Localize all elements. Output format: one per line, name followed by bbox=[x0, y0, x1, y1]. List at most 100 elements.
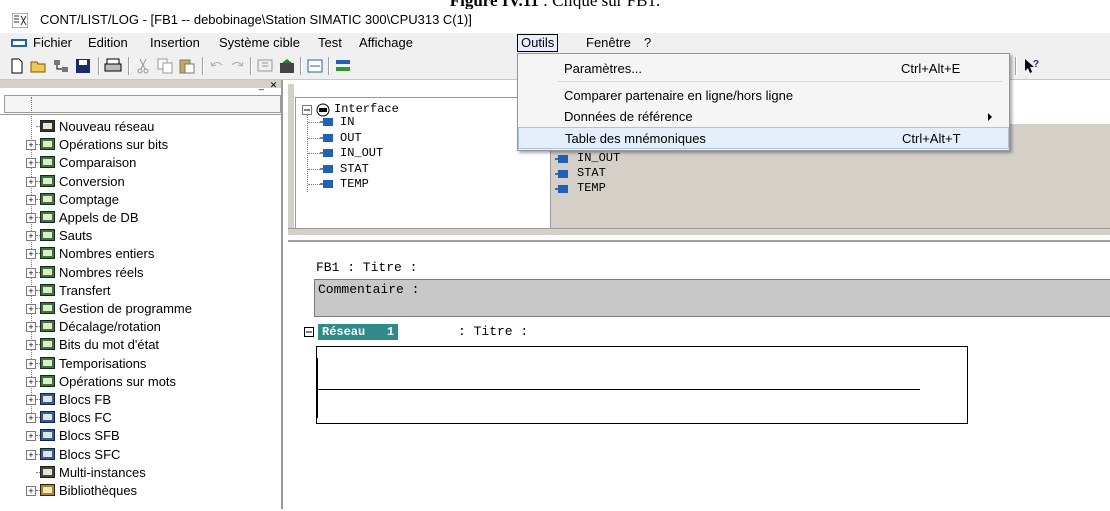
pane-minimize-icon[interactable]: _ bbox=[256, 80, 267, 90]
interface-detail-label: STAT bbox=[577, 166, 606, 180]
expand-icon[interactable]: + bbox=[26, 395, 36, 405]
parameter-icon bbox=[320, 118, 333, 126]
expand-icon[interactable]: + bbox=[26, 285, 36, 296]
expand-icon[interactable]: + bbox=[26, 267, 36, 278]
expand-icon[interactable]: + bbox=[26, 358, 36, 369]
interface-detail-label: IN_OUT bbox=[577, 151, 621, 165]
svg-text:?: ? bbox=[1033, 59, 1039, 70]
menu-fenetre[interactable]: Fenêtre bbox=[586, 35, 631, 51]
overview-icon[interactable] bbox=[306, 57, 324, 75]
menu-edition[interactable]: Edition bbox=[88, 35, 128, 51]
parameter-icon bbox=[320, 164, 333, 173]
expand-icon[interactable]: + bbox=[26, 340, 36, 351]
open-folder-icon[interactable] bbox=[30, 57, 48, 75]
copy-icon[interactable] bbox=[156, 57, 174, 75]
tree-item-label: Nouveau réseau bbox=[59, 119, 155, 134]
network-title[interactable]: : Titre : bbox=[458, 324, 528, 339]
block-title[interactable]: FB1 : Titre : bbox=[316, 260, 417, 275]
toolbar-separator bbox=[98, 57, 100, 75]
expand-icon[interactable]: + bbox=[26, 376, 36, 387]
sfb-block-icon bbox=[40, 429, 55, 442]
outils-dropdown-menu: Paramètres... Ctrl+Alt+E Comparer parten… bbox=[517, 53, 1010, 151]
tree-item-label: Gestion de programme bbox=[59, 301, 192, 316]
interface-item-label: STAT bbox=[340, 161, 369, 176]
menu-item-comparer[interactable]: Comparer partenaire en ligne/hors ligne bbox=[518, 85, 1009, 105]
menu-help[interactable]: ? bbox=[644, 35, 651, 51]
menu-bar: Fichier Edition Insertion Système cible … bbox=[0, 33, 1110, 53]
tree-connector bbox=[308, 122, 320, 123]
interface-detail-label: TEMP bbox=[577, 181, 606, 195]
tree-item-label: Nombres entiers bbox=[59, 246, 155, 262]
parameter-icon bbox=[320, 180, 333, 188]
menu-test[interactable]: Test bbox=[318, 35, 342, 51]
integer-icon bbox=[40, 247, 55, 260]
menu-item-donnees-reference[interactable]: Données de référence bbox=[518, 106, 1009, 126]
block-comment[interactable]: Commentaire : bbox=[314, 279, 1110, 317]
expand-icon[interactable]: + bbox=[26, 213, 36, 223]
menu-item-shortcut: Ctrl+Alt+E bbox=[901, 61, 961, 76]
help-pointer-icon[interactable]: ? bbox=[1022, 57, 1040, 75]
interface-root-label[interactable]: Interface bbox=[334, 102, 399, 116]
counter-icon bbox=[40, 192, 55, 205]
menu-item-parametres[interactable]: Paramètres... Ctrl+Alt+E bbox=[518, 58, 1009, 78]
expand-icon[interactable]: + bbox=[26, 322, 36, 333]
expand-icon[interactable]: + bbox=[26, 231, 36, 242]
menu-affichage[interactable]: Affichage bbox=[359, 35, 413, 51]
print-icon[interactable] bbox=[104, 57, 122, 75]
network-collapse-icon[interactable] bbox=[304, 327, 314, 337]
menu-insertion[interactable]: Insertion bbox=[150, 35, 200, 51]
db-call-icon bbox=[40, 211, 55, 223]
tree-item-label: Transfert bbox=[59, 282, 111, 298]
expand-icon[interactable]: + bbox=[26, 413, 36, 424]
collapse-icon[interactable] bbox=[302, 105, 312, 115]
convert-icon bbox=[40, 174, 55, 187]
pane-header bbox=[0, 80, 281, 88]
cut-icon[interactable] bbox=[134, 57, 152, 75]
expand-icon[interactable]: + bbox=[26, 449, 36, 460]
parameter-icon bbox=[555, 155, 568, 163]
expand-icon[interactable]: + bbox=[26, 431, 36, 442]
pane-divider bbox=[0, 114, 281, 115]
menu-separator bbox=[558, 81, 1002, 82]
undo-icon[interactable] bbox=[208, 57, 226, 75]
monitor-icon[interactable] bbox=[278, 57, 296, 75]
download-icon[interactable] bbox=[256, 57, 274, 75]
network-label-text: Réseau bbox=[322, 325, 366, 339]
menu-outils[interactable]: Outils bbox=[517, 34, 559, 52]
menu-fichier[interactable]: Fichier bbox=[33, 35, 72, 51]
menu-systeme-cible[interactable]: Système cible bbox=[219, 35, 300, 51]
fb-block-icon bbox=[40, 393, 55, 405]
toolbar-separator bbox=[300, 57, 302, 75]
pane-close-icon[interactable]: ✕ bbox=[268, 80, 279, 90]
menu-item-table-mnemoniques[interactable]: Table des mnémoniques Ctrl+Alt+T bbox=[518, 127, 1009, 149]
accessible-nodes-icon[interactable] bbox=[52, 57, 70, 75]
vertical-splitter[interactable] bbox=[288, 84, 294, 234]
new-network-icon bbox=[40, 120, 55, 132]
compare-icon bbox=[40, 156, 55, 169]
paste-icon[interactable] bbox=[178, 57, 196, 75]
ladder-rung[interactable] bbox=[317, 389, 920, 390]
expand-icon[interactable]: + bbox=[26, 249, 36, 260]
jump-icon bbox=[40, 229, 55, 242]
expand-icon[interactable]: + bbox=[26, 140, 36, 151]
tree-item-label: Bibliothèques bbox=[59, 483, 138, 498]
expand-icon[interactable]: + bbox=[26, 486, 36, 496]
redo-icon[interactable] bbox=[228, 57, 246, 75]
save-icon[interactable] bbox=[74, 57, 92, 75]
toolbar-separator bbox=[202, 57, 204, 75]
expand-icon[interactable]: + bbox=[26, 176, 36, 187]
new-file-icon[interactable] bbox=[8, 57, 26, 75]
network-ladder-box[interactable] bbox=[316, 346, 968, 424]
horizontal-splitter[interactable] bbox=[288, 228, 1110, 235]
network-label[interactable]: Réseau 1 bbox=[318, 324, 399, 340]
tree-item-label: Blocs SFC bbox=[59, 446, 121, 462]
power-rail bbox=[317, 358, 318, 418]
fc-block-icon bbox=[40, 411, 55, 424]
network-icon[interactable] bbox=[334, 57, 352, 75]
expand-icon[interactable]: + bbox=[26, 304, 36, 314]
expand-icon[interactable]: + bbox=[26, 194, 36, 205]
expand-icon[interactable]: + bbox=[26, 158, 36, 169]
menu-item-label: Comparer partenaire en ligne/hors ligne bbox=[564, 88, 794, 103]
tree-item-label: Temporisations bbox=[59, 355, 147, 371]
document-window-icon[interactable] bbox=[10, 37, 28, 49]
